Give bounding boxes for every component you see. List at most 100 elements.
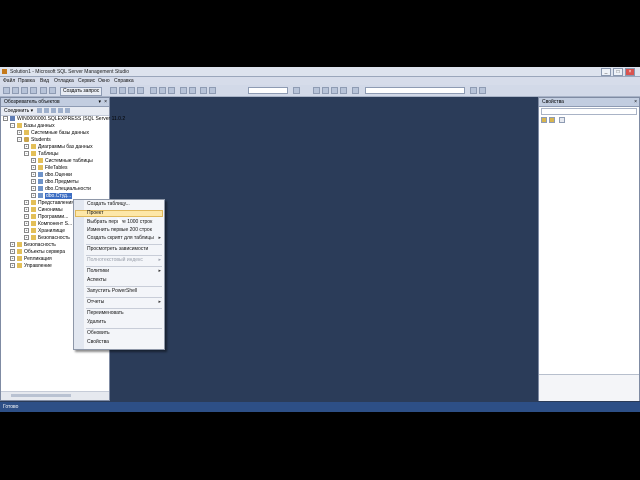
- analysis-query-icon[interactable]: [119, 87, 126, 94]
- menu-tools[interactable]: Сервис: [78, 78, 95, 84]
- properties-icon[interactable]: [322, 87, 329, 94]
- object-explorer-icon[interactable]: [340, 87, 347, 94]
- menu-file[interactable]: Файл: [3, 78, 15, 84]
- filter-icon[interactable]: [58, 108, 63, 113]
- menu-debug[interactable]: Отладка: [54, 78, 74, 84]
- tree-node-table-grades[interactable]: + dbo.Оценки: [31, 172, 72, 179]
- tree-node-replication[interactable]: + Репликация: [10, 256, 52, 263]
- tree-node-table-subjects[interactable]: + dbo.Предметы: [31, 179, 79, 186]
- find-in-files-icon[interactable]: [470, 87, 477, 94]
- nav-forward-icon[interactable]: [209, 87, 216, 94]
- tree-node-filetables[interactable]: + FileTables: [31, 165, 68, 172]
- tree-node-students-db[interactable]: − Students: [17, 137, 51, 144]
- new-project-icon[interactable]: [3, 87, 10, 94]
- solution-explorer-icon[interactable]: [313, 87, 320, 94]
- menu-item-new-table[interactable]: Создать таблицу...: [87, 201, 130, 208]
- mdx-query-icon[interactable]: [128, 87, 135, 94]
- disconnect-icon[interactable]: [44, 108, 49, 113]
- expand-icon[interactable]: +: [31, 172, 36, 177]
- find-icon[interactable]: [293, 87, 300, 94]
- expand-icon[interactable]: +: [31, 193, 36, 198]
- property-pages-icon[interactable]: [559, 117, 565, 123]
- menu-item-facets[interactable]: Аспекты: [87, 277, 106, 284]
- menu-view[interactable]: Вид: [40, 78, 49, 84]
- redo-icon[interactable]: [49, 87, 56, 94]
- menu-item-edit-top-rows[interactable]: Изменить первые 200 строк: [87, 227, 152, 234]
- tree-node-diagrams[interactable]: + Диаграммы баз данных: [24, 144, 93, 151]
- undo2-icon[interactable]: [180, 87, 187, 94]
- minimize-button[interactable]: _: [601, 68, 611, 76]
- menu-help[interactable]: Справка: [114, 78, 134, 84]
- menu-item-view-dependencies[interactable]: Просмотреть зависимости: [87, 246, 148, 253]
- db-engine-query-icon[interactable]: [110, 87, 117, 94]
- menu-item-powershell[interactable]: Запустить PowerShell: [87, 288, 137, 295]
- object-selector-dropdown[interactable]: [541, 108, 637, 115]
- expand-icon[interactable]: +: [24, 207, 29, 212]
- categorized-icon[interactable]: [541, 117, 547, 123]
- tree-node-tables[interactable]: − Таблицы: [24, 151, 58, 158]
- collapse-icon[interactable]: −: [10, 123, 15, 128]
- xmla-query-icon[interactable]: [137, 87, 144, 94]
- menu-item-delete[interactable]: Удалить: [87, 319, 106, 326]
- tree-node-db-security[interactable]: + Безопасность: [24, 235, 70, 242]
- close-button[interactable]: ×: [625, 68, 635, 76]
- cut-icon[interactable]: [150, 87, 157, 94]
- menu-item-policies[interactable]: Политики: [87, 268, 109, 275]
- toolbox-icon[interactable]: [331, 87, 338, 94]
- tree-node-views[interactable]: + Представления: [24, 200, 74, 207]
- tree-node-storage[interactable]: + Хранилище: [24, 228, 65, 235]
- template-explorer-icon[interactable]: [352, 87, 359, 94]
- expand-icon[interactable]: +: [24, 144, 29, 149]
- open-icon[interactable]: [12, 87, 19, 94]
- tree-node-server[interactable]: − WIN0000000.SQLEXPRESS (SQL Server 11.0…: [3, 116, 125, 123]
- expand-icon[interactable]: +: [31, 186, 36, 191]
- expand-icon[interactable]: +: [24, 235, 29, 240]
- menu-item-reports[interactable]: Отчеты: [87, 299, 104, 306]
- tree-node-management[interactable]: + Управление: [10, 263, 52, 270]
- horizontal-scrollbar[interactable]: [1, 391, 109, 400]
- tree-node-programmability[interactable]: + Программи...: [24, 214, 68, 221]
- expand-icon[interactable]: +: [24, 214, 29, 219]
- solution-config-dropdown[interactable]: [248, 87, 288, 94]
- tree-node-server-objects[interactable]: + Объекты сервера: [10, 249, 65, 256]
- menu-item-design[interactable]: Проект: [87, 210, 103, 217]
- paste-icon[interactable]: [168, 87, 175, 94]
- close-icon[interactable]: ×: [634, 99, 637, 105]
- expand-icon[interactable]: +: [10, 263, 15, 268]
- toolbar-options-icon[interactable]: [479, 87, 486, 94]
- redo2-icon[interactable]: [189, 87, 196, 94]
- expand-icon[interactable]: +: [24, 228, 29, 233]
- save-icon[interactable]: [21, 87, 28, 94]
- stop-icon[interactable]: [51, 108, 56, 113]
- tree-node-system-databases[interactable]: + Системные базы данных: [17, 130, 89, 137]
- new-query-button[interactable]: Создать запрос: [60, 87, 103, 96]
- menu-item-rename[interactable]: Переименовать: [87, 310, 124, 317]
- tree-node-security[interactable]: + Безопасность: [10, 242, 56, 249]
- nav-back-icon[interactable]: [200, 87, 207, 94]
- expand-icon[interactable]: +: [31, 179, 36, 184]
- expand-icon[interactable]: +: [24, 221, 29, 226]
- connect-icon[interactable]: [37, 108, 42, 113]
- expand-icon[interactable]: +: [10, 242, 15, 247]
- expand-icon[interactable]: +: [17, 130, 22, 135]
- find-combo[interactable]: [365, 87, 465, 94]
- copy-icon[interactable]: [159, 87, 166, 94]
- pin-icon[interactable]: ▾: [98, 99, 101, 105]
- connect-button[interactable]: Соединить ▾: [4, 108, 33, 114]
- refresh-icon[interactable]: [65, 108, 70, 113]
- alphabetical-icon[interactable]: [549, 117, 555, 123]
- tree-node-table-specialties[interactable]: + dbo.Специальности: [31, 186, 91, 193]
- collapse-icon[interactable]: −: [24, 151, 29, 156]
- menu-item-script-table[interactable]: Создать скрипт для таблицы: [87, 235, 154, 242]
- expand-icon[interactable]: +: [24, 200, 29, 205]
- collapse-icon[interactable]: −: [3, 116, 8, 121]
- save-all-icon[interactable]: [30, 87, 37, 94]
- expand-icon[interactable]: +: [10, 249, 15, 254]
- expand-icon[interactable]: +: [31, 165, 36, 170]
- scrollbar-thumb[interactable]: [11, 394, 71, 397]
- expand-icon[interactable]: +: [31, 158, 36, 163]
- tree-node-system-tables[interactable]: + Системные таблицы: [31, 158, 93, 165]
- close-icon[interactable]: ×: [104, 99, 107, 105]
- collapse-icon[interactable]: −: [17, 137, 22, 142]
- undo-icon[interactable]: [40, 87, 47, 94]
